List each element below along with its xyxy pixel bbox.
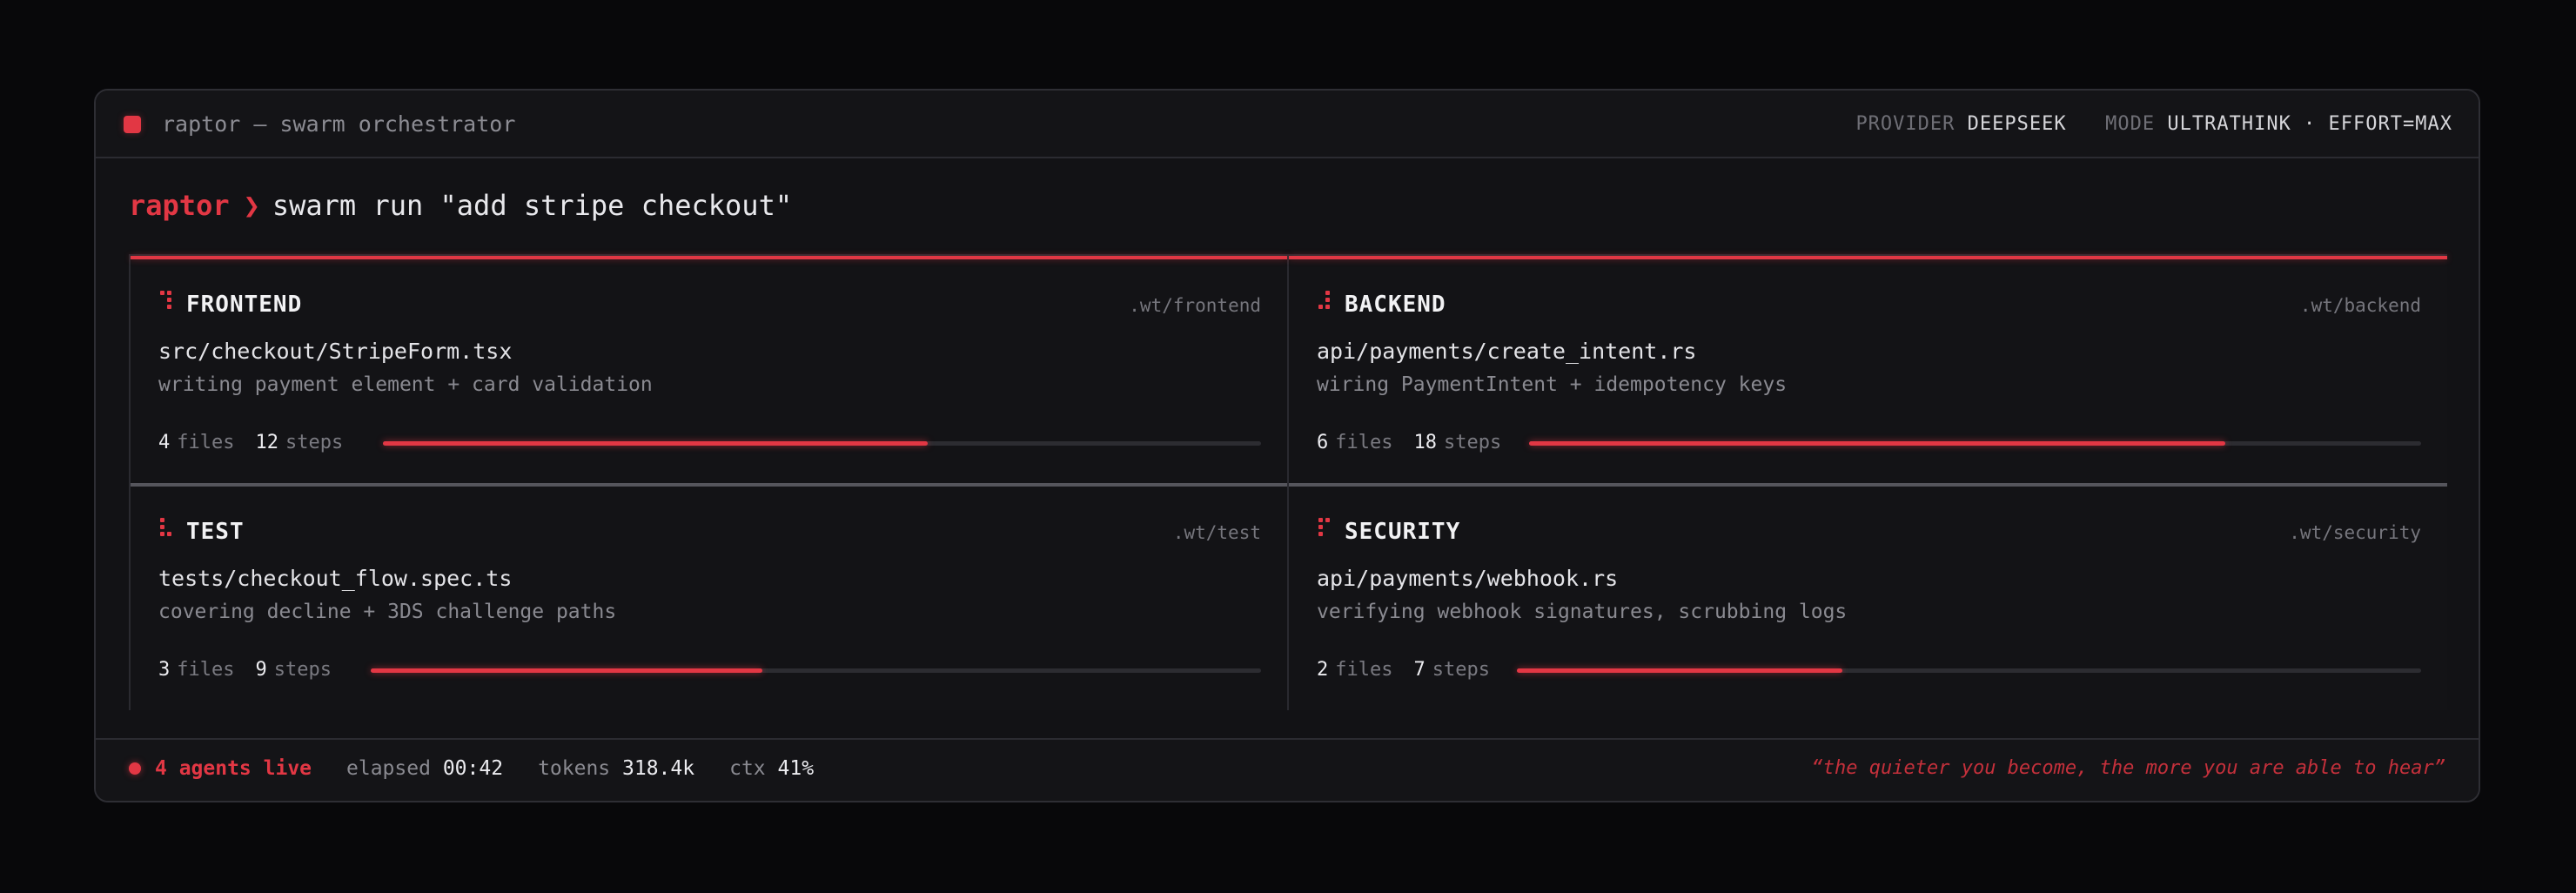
command-prompt[interactable]: raptor ❯ swarm run "add stripe checkout" <box>129 186 792 225</box>
panel-accent-line <box>1289 256 2447 259</box>
agent-stats: 4 files 12 steps <box>158 428 343 458</box>
agent-activity: covering decline + 3DS challenge paths <box>158 601 617 623</box>
tokens-label: tokens <box>538 757 611 780</box>
footer-quote: “the quieter you become, the more you ar… <box>1811 757 2445 779</box>
agent-name: BACKEND <box>1345 292 1446 318</box>
elapsed-label: elapsed <box>346 757 431 780</box>
agent-name: TEST <box>186 519 245 545</box>
agent-activity: verifying webhook signatures, scrubbing … <box>1317 601 1848 623</box>
agent-dots-icon <box>1318 291 1332 310</box>
agent-worktree: .wt/security <box>2289 522 2421 543</box>
agent-panel-security[interactable]: SECURITY .wt/security api/payments/webho… <box>1289 483 2447 710</box>
agent-panel-frontend[interactable]: FRONTEND .wt/frontend src/checkout/Strip… <box>131 256 1289 483</box>
agent-worktree: .wt/test <box>1172 522 1261 543</box>
agent-worktree: .wt/backend <box>2299 295 2421 316</box>
window-status-icon[interactable] <box>124 116 141 133</box>
steps-count: 12 <box>255 432 278 453</box>
files-label: files <box>177 432 235 453</box>
agent-activity: wiring PaymentIntent + idempotency keys <box>1317 373 1788 396</box>
panel-accent-line <box>131 256 1287 259</box>
ctx-value: 41% <box>777 757 815 780</box>
agent-current-file: api/payments/create_intent.rs <box>1317 339 1697 364</box>
agent-panel-backend[interactable]: BACKEND .wt/backend api/payments/create_… <box>1289 256 2447 483</box>
status-bar: 4 agents live elapsed 00:42 tokens 318.4k c… <box>96 738 2479 801</box>
agent-current-file: api/payments/webhook.rs <box>1317 566 1619 591</box>
progress-bar <box>383 441 1261 446</box>
tokens-value: 318.4k <box>622 757 695 780</box>
files-label: files <box>1335 432 1393 453</box>
steps-count: 18 <box>1413 432 1437 453</box>
terminal-window: raptor — swarm orchestrator PROVIDER DEE… <box>94 89 2480 802</box>
files-count: 3 <box>158 659 171 681</box>
agent-dots-icon <box>1318 518 1332 537</box>
mode-label: MODE <box>2105 113 2156 135</box>
panel-accent-line <box>1289 483 2447 487</box>
progress-fill <box>1517 668 1843 673</box>
elapsed-value: 00:42 <box>442 757 504 780</box>
steps-count: 9 <box>255 659 267 681</box>
files-count: 2 <box>1317 659 1329 681</box>
prompt-command[interactable]: swarm run "add stripe checkout" <box>272 189 792 222</box>
files-label: files <box>177 659 235 681</box>
status-metrics: 4 agents live elapsed 00:42 tokens 318.4k c… <box>155 754 814 783</box>
agent-dots-icon <box>160 518 174 537</box>
steps-count: 7 <box>1413 659 1426 681</box>
agent-current-file: src/checkout/StripeForm.tsx <box>158 339 513 364</box>
progress-bar <box>371 668 1261 673</box>
agent-dots-icon <box>160 291 174 310</box>
mode-value: ULTRATHINK · EFFORT=MAX <box>2167 113 2452 135</box>
progress-fill <box>383 441 928 446</box>
steps-label: steps <box>1443 432 1502 453</box>
files-label: files <box>1335 659 1393 681</box>
files-count: 4 <box>158 432 171 453</box>
progress-fill <box>371 668 763 673</box>
window-title: raptor — swarm orchestrator <box>162 111 516 137</box>
progress-fill <box>1529 441 2225 446</box>
agents-live-count: 4 agents live <box>155 757 312 780</box>
prompt-host: raptor <box>129 189 230 222</box>
progress-bar <box>1517 668 2421 673</box>
ctx-label: ctx <box>729 757 766 780</box>
agent-worktree: .wt/frontend <box>1129 295 1261 316</box>
steps-label: steps <box>273 659 332 681</box>
agent-activity: writing payment element + card validatio… <box>158 373 653 396</box>
provider-mode-info: PROVIDER DEEPSEEK MODE ULTRATHINK · EFFO… <box>1855 108 2452 141</box>
agent-stats: 2 files 7 steps <box>1317 655 1490 685</box>
agent-stats: 6 files 18 steps <box>1317 428 1501 458</box>
agent-name: FRONTEND <box>186 292 303 318</box>
agent-panel-test[interactable]: TEST .wt/test tests/checkout_flow.spec.t… <box>131 483 1289 710</box>
provider-label: PROVIDER <box>1855 113 1955 135</box>
provider-value: DEEPSEEK <box>1967 113 2067 135</box>
title-bar: raptor — swarm orchestrator PROVIDER DEE… <box>96 91 2479 158</box>
live-status-dot-icon <box>129 762 141 775</box>
files-count: 6 <box>1317 432 1329 453</box>
prompt-arrow-icon: ❯ <box>243 189 260 222</box>
progress-bar <box>1529 441 2421 446</box>
agent-grid: FRONTEND .wt/frontend src/checkout/Strip… <box>129 254 2447 710</box>
steps-label: steps <box>1432 659 1490 681</box>
panel-accent-line <box>131 483 1287 487</box>
agent-current-file: tests/checkout_flow.spec.ts <box>158 566 513 591</box>
agent-stats: 3 files 9 steps <box>158 655 332 685</box>
steps-label: steps <box>285 432 344 453</box>
agent-name: SECURITY <box>1345 519 1461 545</box>
